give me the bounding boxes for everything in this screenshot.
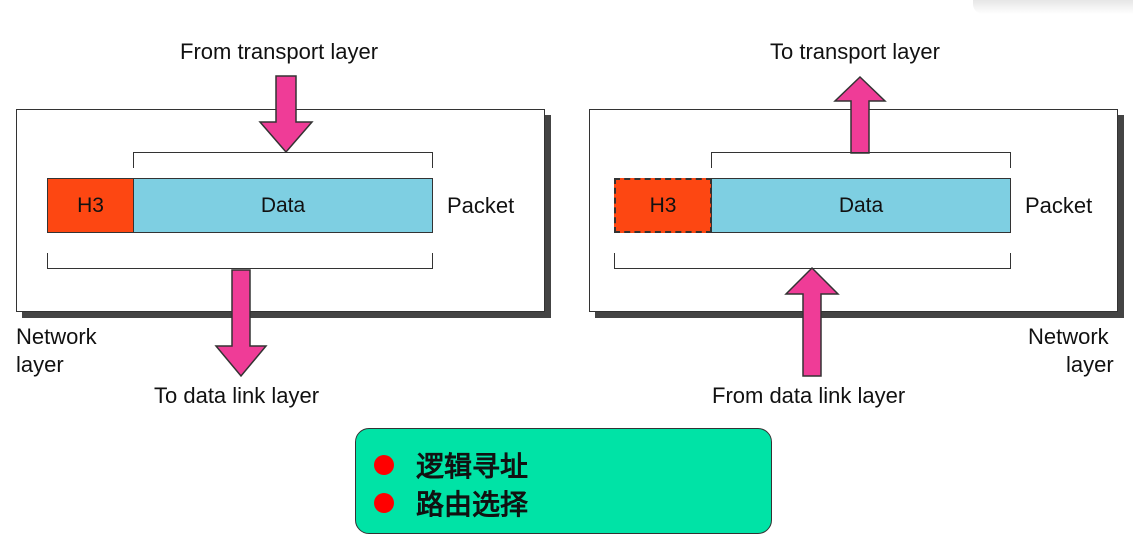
note-item-label: 路由选择 xyxy=(416,488,529,521)
sender-bottom-bracket xyxy=(47,253,433,269)
to-datalink-label: To data link layer xyxy=(154,383,320,408)
receiver-top-bracket xyxy=(711,152,1011,168)
note-item-logical-addressing: 逻辑寻址 xyxy=(374,445,528,485)
sender-h3-header: H3 xyxy=(47,178,134,233)
up-arrow-to-transport xyxy=(833,75,887,154)
from-transport-label: From transport layer xyxy=(180,39,379,64)
sender-layer-line2: layer xyxy=(16,352,64,377)
receiver-packet-label: Packet xyxy=(1025,193,1093,218)
note-item-routing: 路由选择 xyxy=(374,483,528,523)
sender-layer-line1: Network xyxy=(16,324,97,349)
bullet-dot xyxy=(374,455,394,475)
receiver-h3-header: H3 xyxy=(614,178,712,233)
bullet-dot xyxy=(374,493,394,513)
sender-packet-label: Packet xyxy=(447,193,515,218)
sender-data-segment: Data xyxy=(133,178,433,233)
receiver-bottom-bracket xyxy=(614,253,1011,269)
receiver-data-segment: Data xyxy=(711,178,1011,233)
sender-top-bracket xyxy=(133,152,433,168)
receiver-layer-line1: Network xyxy=(1028,324,1109,349)
up-arrow-from-datalink xyxy=(784,266,840,377)
note-box: 逻辑寻址 路由选择 xyxy=(355,428,772,534)
note-item-label: 逻辑寻址 xyxy=(416,450,529,483)
from-datalink-label: From data link layer xyxy=(712,383,906,408)
corner-shadow xyxy=(973,0,1133,14)
to-transport-label: To transport layer xyxy=(770,39,940,64)
receiver-layer-line2: layer xyxy=(1066,352,1114,377)
down-arrow-from-transport xyxy=(258,75,314,154)
down-arrow-to-datalink xyxy=(214,269,268,378)
